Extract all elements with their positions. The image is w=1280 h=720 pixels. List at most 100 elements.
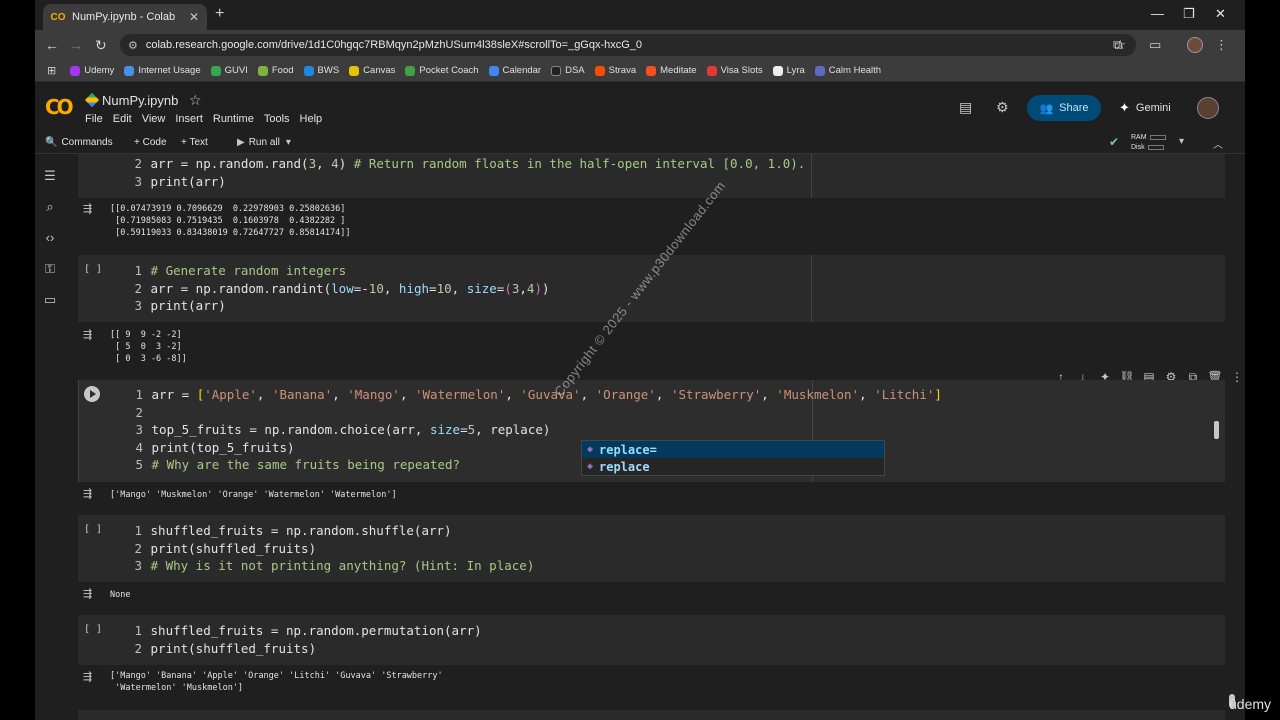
ram-disk-indicator[interactable]: RAM Disk (1131, 133, 1166, 153)
add-code-button[interactable]: + Code (134, 137, 167, 148)
output-toggle-icon[interactable]: ⇶ (83, 487, 92, 500)
bookmark-meditate[interactable]: Meditate (646, 65, 697, 76)
minimize-icon[interactable]: — (1151, 6, 1164, 21)
gemini-button[interactable]: ✦ Gemini (1119, 100, 1171, 116)
bookmark-dsa[interactable]: DSA (551, 65, 585, 76)
people-icon: 👥 (1039, 102, 1054, 115)
back-icon[interactable]: ← (45, 37, 59, 53)
code-editor[interactable]: 2 arr = np.random.rand(3, 4) # Return ra… (130, 155, 805, 190)
star-notebook-icon[interactable]: ☆ (189, 92, 202, 109)
search-icon: 🔍 (45, 137, 58, 148)
chevron-down-icon: ▾ (285, 137, 291, 148)
menu-runtime[interactable]: Runtime (213, 113, 254, 125)
colab-header: CO NumPy.ipynb ☆ File Edit View Insert R… (35, 82, 1245, 132)
bookmark-strava[interactable]: Strava (594, 65, 636, 76)
commands-button[interactable]: 🔍 Commands (45, 137, 113, 148)
bookmark-lyra[interactable]: Lyra (772, 65, 805, 76)
browser-tab-bar: CO NumPy.ipynb - Colab ✕ + — ❐ ✕ (35, 0, 1245, 30)
output-toggle-icon[interactable]: ⇶ (83, 202, 92, 215)
close-tab-icon[interactable]: ✕ (189, 10, 199, 24)
connected-check-icon: ✔ (1109, 135, 1120, 149)
code-editor[interactable]: 1 # Generate random integers 2 arr = np.… (130, 262, 549, 315)
bookmark-pocket-coach[interactable]: Pocket Coach (405, 65, 479, 76)
run-cell-button[interactable]: [ ] (84, 524, 102, 535)
colab-logo[interactable]: CO (45, 95, 74, 119)
output-text: ['Mango' 'Banana' 'Apple' 'Orange' 'Litc… (110, 671, 443, 693)
settings-gear-icon[interactable]: ⚙ (996, 99, 1009, 116)
bookmark-bws[interactable]: BWS (303, 65, 339, 76)
menu-help[interactable]: Help (300, 113, 323, 125)
close-window-icon[interactable]: ✕ (1215, 6, 1226, 22)
bookmark-internet-usage[interactable]: Internet Usage (124, 65, 201, 76)
run-all-button[interactable]: ▶ Run all ▾ (237, 137, 295, 148)
menu-insert[interactable]: Insert (175, 113, 203, 125)
output-toggle-icon[interactable]: ⇶ (83, 328, 92, 341)
add-text-button[interactable]: + Text (181, 137, 208, 148)
secrets-key-icon[interactable]: ⚿ (42, 261, 58, 277)
extensions-icon[interactable]: ⧉ (1113, 37, 1122, 53)
output-toggle-icon[interactable]: ⇶ (83, 670, 92, 683)
code-cell-rand[interactable]: 2 arr = np.random.rand(3, 4) # Return ra… (78, 154, 1225, 198)
share-button[interactable]: 👥 Share (1027, 95, 1101, 121)
cell-scrollbar[interactable] (1214, 421, 1219, 439)
comments-icon[interactable]: ▤ (959, 99, 972, 116)
autocomplete-popup: ◈ replace= ◈ replace (581, 440, 885, 476)
bookmark-canvas[interactable]: Canvas (349, 65, 395, 76)
more-options-icon[interactable]: ⋮ (1226, 370, 1245, 385)
bookmarks-bar: ⊞ Udemy Internet Usage GUVI Food BWS Can… (35, 60, 1245, 82)
table-of-contents-icon[interactable]: ☰ (42, 168, 58, 184)
files-folder-icon[interactable]: ▭ (42, 292, 58, 308)
code-cell-permutation[interactable]: [ ] 1 shuffled_fruits = np.random.permut… (78, 615, 1225, 665)
menu-view[interactable]: View (142, 113, 166, 125)
browser-menu-icon[interactable]: ⋮ (1215, 37, 1228, 53)
autocomplete-item[interactable]: ◈ replace= (582, 441, 884, 458)
new-tab-icon[interactable]: + (215, 5, 224, 23)
profile-avatar[interactable] (1187, 37, 1203, 53)
drive-icon (84, 92, 100, 108)
output-text: None (110, 590, 131, 600)
sidepanel-icon[interactable]: ▭ (1149, 37, 1161, 53)
code-editor[interactable]: 1 shuffled_fruits = np.random.shuffle(ar… (130, 522, 534, 575)
cell-output-randint: ⇶ [[ 9 9 -2 -2] [ 5 0 3 -2] [ 0 3 -6 -8]… (78, 322, 1225, 372)
bookmark-guvi[interactable]: GUVI (210, 65, 248, 76)
address-bar[interactable]: ⚙ colab.research.google.com/drive/1d1C0h… (120, 34, 1136, 56)
find-replace-icon[interactable]: ⌕ (42, 199, 58, 215)
code-cell-shuffle[interactable]: [ ] 1 shuffled_fruits = np.random.shuffl… (78, 515, 1225, 582)
output-toggle-icon[interactable]: ⇶ (83, 587, 92, 600)
menu-edit[interactable]: Edit (113, 113, 132, 125)
site-info-icon[interactable]: ⚙ (128, 39, 138, 52)
play-icon: ▶ (237, 137, 245, 148)
menu-bar: File Edit View Insert Runtime Tools Help (85, 113, 332, 125)
run-cell-button[interactable]: [ ] (84, 624, 102, 635)
code-cell-next[interactable] (78, 710, 1225, 720)
account-avatar[interactable] (1197, 97, 1219, 119)
browser-tab-colab[interactable]: CO NumPy.ipynb - Colab ✕ (43, 4, 207, 30)
runtime-dropdown-icon[interactable]: ▾ (1179, 136, 1184, 147)
bookmark-calendar[interactable]: Calendar (488, 65, 541, 76)
parameter-icon: ◈ (586, 444, 594, 455)
url-text: colab.research.google.com/drive/1d1C0hgq… (145, 39, 643, 51)
browser-toolbar: ← → ↻ ⚙ colab.research.google.com/drive/… (35, 30, 1245, 60)
code-snippets-icon[interactable]: ‹› (42, 230, 58, 245)
menu-file[interactable]: File (85, 113, 103, 125)
menu-tools[interactable]: Tools (264, 113, 290, 125)
bookmark-visa-slots[interactable]: Visa Slots (706, 65, 763, 76)
bookmark-udemy[interactable]: Udemy (70, 65, 114, 76)
code-editor[interactable]: 1 shuffled_fruits = np.random.permutatio… (130, 622, 481, 657)
run-cell-play-icon[interactable] (84, 386, 100, 402)
output-text: ['Mango' 'Muskmelon' 'Orange' 'Watermelo… (110, 490, 397, 500)
apps-grid-icon[interactable]: ⊞ (47, 64, 56, 77)
collapse-up-icon[interactable]: ︿ (1213, 136, 1223, 151)
bookmark-calm-health[interactable]: Calm Health (814, 65, 881, 76)
reload-icon[interactable]: ↻ (95, 37, 107, 54)
cell-output-shuffle: ⇶ None (78, 582, 1225, 612)
bookmark-food[interactable]: Food (257, 65, 294, 76)
cell-output-permutation: ⇶ ['Mango' 'Banana' 'Apple' 'Orange' 'Li… (78, 665, 1225, 705)
forward-icon[interactable]: → (69, 37, 83, 53)
autocomplete-item[interactable]: ◈ replace (582, 458, 884, 475)
notebook-area: 2 arr = np.random.rand(3, 4) # Return ra… (65, 154, 1245, 720)
notebook-title[interactable]: NumPy.ipynb (102, 93, 178, 108)
run-cell-button[interactable]: [ ] (84, 264, 102, 275)
maximize-icon[interactable]: ❐ (1183, 6, 1195, 22)
udemy-logo: ûdemy (1229, 696, 1272, 712)
